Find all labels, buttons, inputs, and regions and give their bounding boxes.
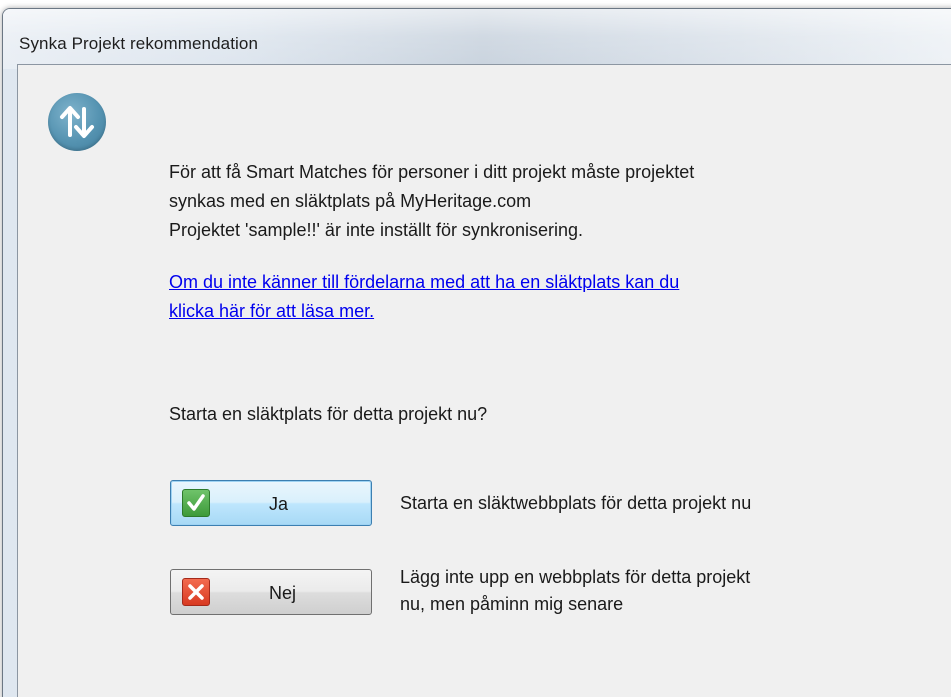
dialog-content: För att få Smart Matches för personer i … [17,64,951,697]
cross-icon [182,578,210,606]
link-line[interactable]: Om du inte känner till fördelarna med at… [169,268,679,297]
info-line: Projektet 'sample!!' är inte inställt fö… [169,220,584,240]
info-message: För att få Smart Matches för personer i … [169,158,694,245]
window-title: Synka Projekt rekommendation [19,34,259,53]
sync-arrows-icon [48,93,106,151]
dialog-window: Synka Projekt rekommendation För att få … [2,8,951,697]
no-button[interactable]: Nej [170,569,372,615]
screen: Synka Projekt rekommendation För att få … [0,0,951,697]
title-bar[interactable]: Synka Projekt rekommendation [3,9,951,69]
no-button-label: Nej [269,583,297,603]
yes-description: Starta en släktwebbplats för detta proje… [400,493,752,513]
info-line: För att få Smart Matches för personer i … [169,162,695,182]
yes-button[interactable]: Ja [170,480,372,526]
read-more-link[interactable]: Om du inte känner till fördelarna med at… [169,268,679,326]
question-text: Starta en släktplats för detta projekt n… [169,404,488,424]
info-line: synkas med en släktplats på MyHeritage.c… [169,191,532,211]
no-description: Lägg inte upp en webbplats för detta pro… [400,564,750,618]
link-line[interactable]: klicka här för att läsa mer. [169,297,679,326]
yes-button-label: Ja [269,494,289,514]
checkmark-icon [182,489,210,517]
no-description-line: Lägg inte upp en webbplats för detta pro… [400,567,751,587]
no-description-line: nu, men påminn mig senare [400,594,624,614]
